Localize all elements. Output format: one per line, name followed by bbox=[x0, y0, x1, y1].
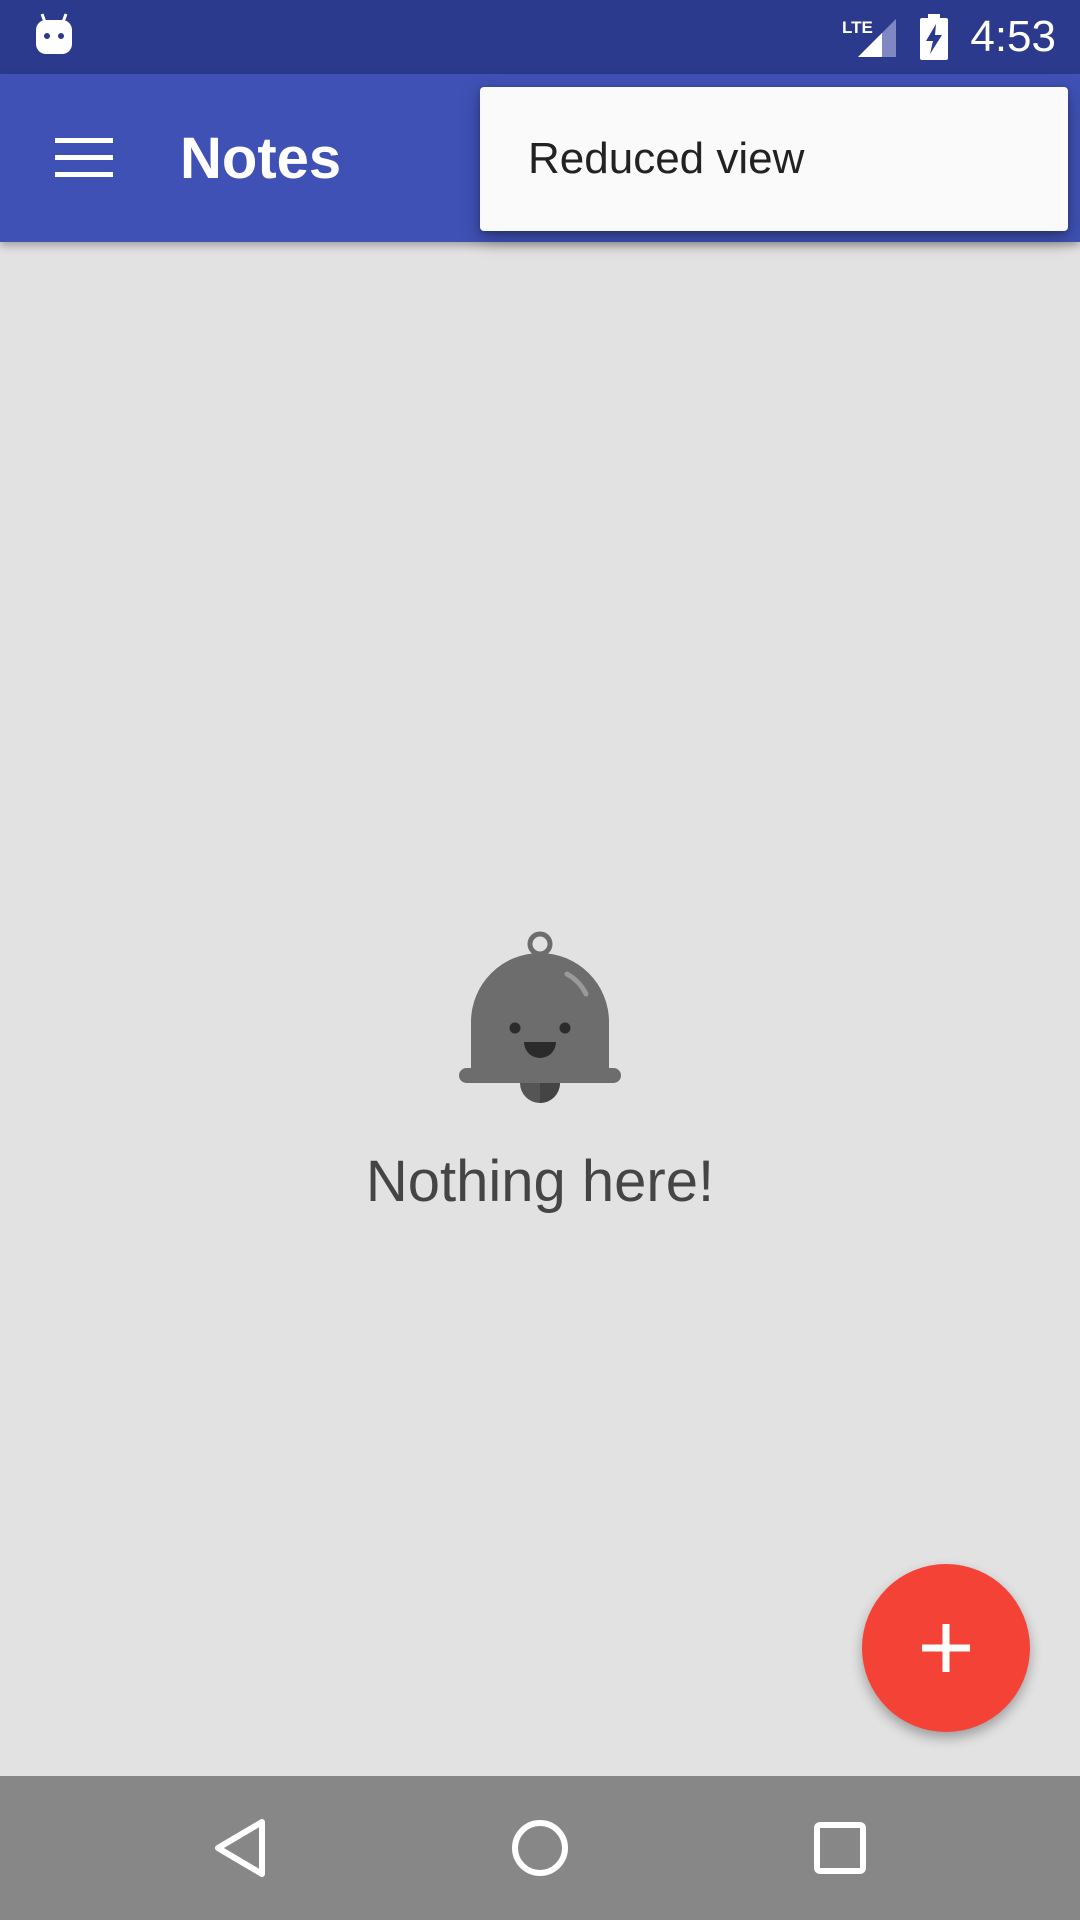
clock: 4:53 bbox=[970, 12, 1056, 61]
home-button[interactable] bbox=[490, 1798, 590, 1898]
menu-item-reduced-view[interactable]: Reduced view bbox=[480, 87, 1068, 231]
lte-signal-icon: LTE bbox=[842, 15, 898, 59]
navigation-bar bbox=[0, 1776, 1080, 1920]
bell-icon bbox=[459, 931, 621, 1103]
overflow-popup-menu: Reduced view bbox=[480, 87, 1068, 231]
empty-state: Nothing here! bbox=[0, 930, 1080, 1215]
hamburger-menu-icon bbox=[55, 138, 113, 177]
add-note-button[interactable] bbox=[862, 1564, 1030, 1732]
battery-charging-icon bbox=[918, 14, 950, 60]
plus-icon bbox=[922, 1624, 970, 1672]
status-icons: LTE 4:53 bbox=[842, 0, 1056, 74]
status-bar: LTE 4:53 bbox=[0, 0, 1080, 74]
hamburger-menu-button[interactable] bbox=[40, 118, 128, 198]
page-title: Notes bbox=[180, 126, 342, 191]
home-circle-icon bbox=[512, 1820, 568, 1876]
recents-button[interactable] bbox=[790, 1798, 890, 1898]
back-triangle-icon bbox=[215, 1819, 265, 1877]
empty-state-message: Nothing here! bbox=[365, 1149, 715, 1214]
network-type-label: LTE bbox=[842, 18, 873, 37]
back-button[interactable] bbox=[190, 1798, 290, 1898]
recents-square-icon bbox=[814, 1822, 866, 1874]
android-notification-icon bbox=[34, 12, 74, 56]
